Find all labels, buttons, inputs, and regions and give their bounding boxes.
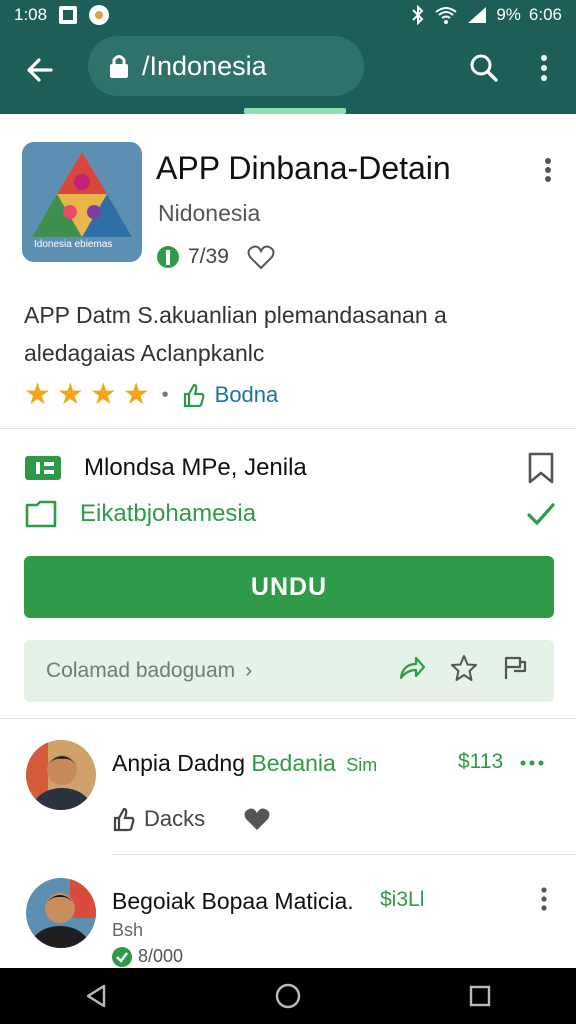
like-review-button[interactable] bbox=[243, 806, 271, 832]
divider bbox=[0, 718, 576, 719]
review-more-button[interactable] bbox=[520, 760, 544, 766]
star-icon: ★ bbox=[56, 378, 84, 411]
search-button[interactable] bbox=[462, 46, 506, 90]
app-overflow-button[interactable] bbox=[532, 154, 564, 186]
heart-icon bbox=[244, 808, 270, 830]
bookmark-button[interactable] bbox=[526, 451, 556, 485]
review-price: $113 bbox=[458, 750, 504, 773]
more-vert-icon bbox=[541, 887, 547, 911]
status-time: 1:08 bbox=[14, 5, 48, 24]
tab-indicator bbox=[244, 108, 346, 114]
verified-count: 8/000 bbox=[138, 946, 184, 966]
url-bar[interactable]: /Indonesia bbox=[88, 36, 364, 96]
review-actions: Dacks bbox=[112, 806, 271, 832]
thumbs-up-icon bbox=[183, 383, 205, 408]
clock: 6:06 bbox=[528, 5, 562, 24]
leaf-icon bbox=[157, 246, 179, 268]
secondary-action-bar: Colamad badoguam › bbox=[24, 640, 554, 702]
info-row-region[interactable]: Eikatbjohamesia bbox=[24, 492, 556, 536]
rating-row: ★ ★ ★ ★ • Bodna bbox=[24, 380, 278, 410]
person-photo-icon bbox=[26, 878, 96, 948]
nav-home-button[interactable] bbox=[258, 968, 318, 1024]
share-button[interactable] bbox=[398, 655, 426, 687]
reviewer-avatar[interactable] bbox=[26, 740, 96, 810]
reviewer-highlight: Bedania bbox=[251, 750, 336, 776]
review-name-line: Begoiak Bopaa Maticia. bbox=[112, 888, 354, 915]
triangle-back-icon bbox=[86, 984, 106, 1008]
status-bar: 1:08 9% 6:06 bbox=[0, 0, 576, 30]
verified-check-icon bbox=[112, 946, 132, 967]
url-text: /Indonesia bbox=[142, 50, 267, 81]
app-notification-icon bbox=[89, 5, 110, 25]
star-outline-icon bbox=[451, 655, 477, 681]
bluetooth-icon bbox=[412, 5, 424, 25]
app-count: 7/39 bbox=[188, 245, 229, 268]
star-icon: ★ bbox=[89, 378, 117, 411]
review-more-button[interactable] bbox=[540, 886, 548, 912]
more-vert-icon bbox=[545, 158, 551, 182]
wifi-icon bbox=[435, 7, 457, 24]
reviewer-name[interactable]: Begoiak Bopaa Maticia. bbox=[112, 888, 354, 914]
folder-icon bbox=[25, 500, 57, 528]
app-icon[interactable]: Idonesia ebiemas bbox=[22, 142, 142, 262]
secondary-arrow: › bbox=[245, 659, 253, 682]
bookmark-icon bbox=[528, 452, 554, 484]
back-button[interactable] bbox=[18, 48, 62, 92]
separator-dot: • bbox=[161, 383, 169, 406]
more-horiz-icon bbox=[520, 760, 544, 766]
nav-recents-button[interactable] bbox=[450, 968, 510, 1024]
review-name-line: Anpia Dadng Bedania Sim bbox=[112, 750, 377, 777]
reviewer-tag: Sim bbox=[346, 755, 378, 775]
divider bbox=[0, 428, 576, 429]
search-icon bbox=[470, 54, 498, 82]
check-icon bbox=[527, 503, 555, 526]
more-vert-icon bbox=[541, 55, 547, 81]
signal-icon bbox=[468, 7, 487, 23]
secondary-label[interactable]: Colamad badoguam bbox=[46, 659, 235, 683]
info-row-publisher[interactable]: Mlondsa MPe, Jenila bbox=[24, 446, 556, 490]
star-icon: ★ bbox=[24, 378, 51, 411]
flag-button[interactable] bbox=[502, 655, 528, 687]
install-button[interactable]: UNDU bbox=[24, 556, 554, 618]
circle-home-icon bbox=[275, 983, 301, 1009]
app-description: APP Datm S.akuanlian plemandasanan a ale… bbox=[24, 302, 447, 366]
notification-icon bbox=[59, 6, 78, 24]
square-recents-icon bbox=[469, 985, 491, 1007]
category-icon bbox=[25, 456, 61, 480]
publisher-text: Mlondsa MPe, Jenila bbox=[84, 454, 307, 481]
review-price: $i3Ll bbox=[380, 888, 425, 911]
nav-back-button[interactable] bbox=[66, 968, 126, 1024]
lock-icon bbox=[108, 53, 130, 79]
app-icon-text: Idonesia ebiemas bbox=[34, 239, 113, 250]
person-photo-icon bbox=[26, 740, 96, 810]
reviewer-name[interactable]: Anpia Dadng bbox=[112, 750, 245, 776]
overflow-menu-button[interactable] bbox=[524, 46, 564, 90]
app-meta: 7/39 bbox=[156, 244, 275, 270]
helpful-label: Dacks bbox=[144, 806, 206, 831]
region-text: Eikatbjohamesia bbox=[80, 500, 257, 527]
battery-level: 9% bbox=[496, 5, 521, 24]
divider bbox=[112, 854, 576, 855]
app-title: APP Dinbana-Detain bbox=[156, 150, 451, 186]
back-arrow-icon bbox=[27, 58, 53, 82]
thumbs-up-icon bbox=[113, 807, 135, 832]
system-nav-bar bbox=[0, 968, 576, 1024]
helpful-button[interactable]: Dacks bbox=[112, 806, 205, 832]
heart-outline-icon bbox=[247, 245, 275, 270]
review-subtitle: Bsh bbox=[112, 920, 144, 940]
favorite-button[interactable] bbox=[247, 244, 275, 270]
developer-name[interactable]: Nidonesia bbox=[158, 200, 260, 227]
share-arrow-icon bbox=[399, 656, 426, 680]
app-bar: /Indonesia bbox=[0, 30, 576, 114]
check-mark bbox=[526, 501, 556, 527]
rating-label[interactable]: Bodna bbox=[215, 382, 279, 408]
verified-row: 8/000 bbox=[112, 946, 183, 967]
reviewer-avatar[interactable] bbox=[26, 878, 96, 948]
rate-button[interactable] bbox=[450, 654, 478, 688]
star-icon: ★ bbox=[122, 378, 150, 411]
flag-icon bbox=[504, 656, 527, 679]
